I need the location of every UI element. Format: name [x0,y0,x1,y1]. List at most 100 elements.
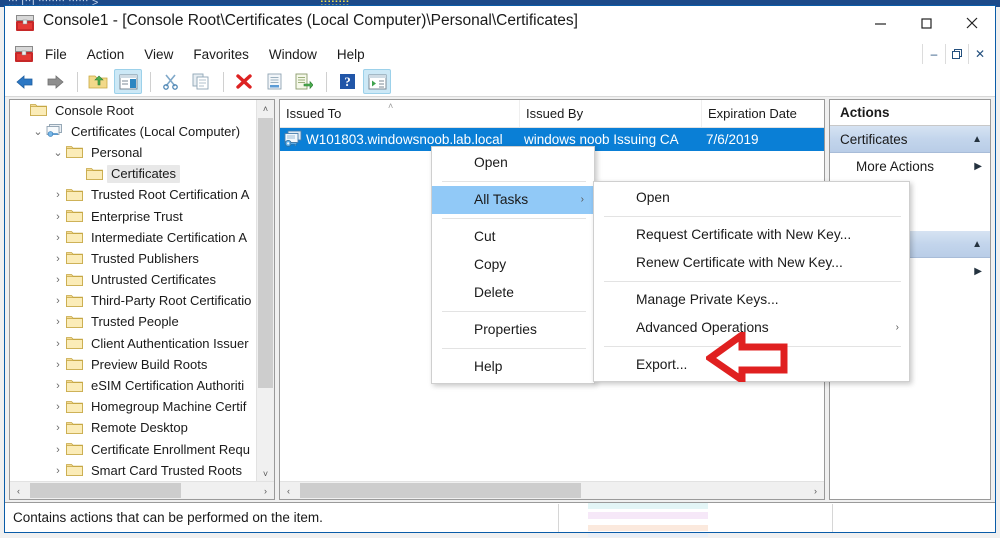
tree-node-certificate-enrollment[interactable]: › Certificate Enrollment Requ [10,439,257,460]
menu-view[interactable]: View [135,44,182,65]
submenu-item-request-certificate-with-new-key[interactable]: Request Certificate with New Key... [594,221,909,249]
tree-node-console-root[interactable]: Console Root [10,100,257,121]
twisty-icon[interactable]: › [50,189,66,201]
column-header-expiration-date[interactable]: Expiration Date [702,100,824,127]
twisty-icon[interactable]: › [50,422,66,434]
twisty-icon[interactable]: ⌄ [50,146,66,159]
twisty-icon[interactable]: › [50,444,66,456]
actions-group-certificates[interactable]: Certificates ▲ [830,126,990,153]
mdi-minimize-button[interactable]: – [922,44,945,64]
chevron-up-icon[interactable]: ▲ [972,239,982,250]
maximize-button[interactable] [903,6,949,40]
scroll-left-arrow-icon[interactable]: ‹ [280,482,297,499]
tree-node-intermediate-ca[interactable]: › Intermediate Certification A [10,227,257,248]
context-menu-item-copy[interactable]: Copy [432,251,594,279]
context-menu-item-cut[interactable]: Cut [432,223,594,251]
mdi-restore-button[interactable] [945,44,968,64]
tree-node-label: Client Authentication Issuer [91,335,249,351]
copy-icon[interactable] [187,69,215,94]
forward-icon[interactable] [41,69,69,94]
tree-node-certificates-local-computer[interactable]: ⌄ Certificates (Local Computer) [10,121,257,142]
back-icon[interactable] [11,69,39,94]
minimize-button[interactable] [857,6,903,40]
twisty-icon[interactable]: › [50,380,66,392]
scroll-left-arrow-icon[interactable]: ‹ [10,482,27,499]
mmc-small-icon [14,45,34,63]
tree-node-trusted-publishers[interactable]: › Trusted Publishers [10,248,257,269]
twisty-icon[interactable]: › [50,274,66,286]
tree-node-third-party-root[interactable]: › Third-Party Root Certificatio [10,291,257,312]
submenu-separator [604,281,901,282]
folder-icon [66,144,84,161]
twisty-icon[interactable]: › [50,232,66,244]
context-menu-item-open[interactable]: Open [432,149,594,177]
twisty-icon[interactable]: › [50,338,66,350]
tree-node-untrusted-certificates[interactable]: › Untrusted Certificates [10,270,257,291]
tree-node-preview-build-roots[interactable]: › Preview Build Roots [10,354,257,375]
column-label: Issued To [286,106,342,121]
twisty-icon[interactable]: › [50,295,66,307]
context-menu-item-delete[interactable]: Delete [432,279,594,307]
tree-node-certificates-selected[interactable]: Certificates [10,164,257,185]
tree-node-esim-certification[interactable]: › eSIM Certification Authoriti [10,375,257,396]
menu-help[interactable]: Help [328,44,374,65]
column-header-issued-by[interactable]: Issued By [520,100,702,127]
twisty-icon[interactable]: › [50,359,66,371]
twisty-icon[interactable]: › [50,211,66,223]
scroll-thumb-h[interactable] [300,483,581,498]
close-button[interactable] [949,6,995,40]
tree-node-client-auth-issuers[interactable]: › Client Authentication Issuer [10,333,257,354]
context-menu-item-properties[interactable]: Properties [432,316,594,344]
folder-icon [66,250,84,267]
tree-node-enterprise-trust[interactable]: › Enterprise Trust [10,206,257,227]
up-folder-icon[interactable] [84,69,112,94]
tree-node-trusted-root-ca[interactable]: › Trusted Root Certification A [10,185,257,206]
twisty-icon[interactable]: › [50,401,66,413]
twisty-icon[interactable]: › [50,253,66,265]
tree-node-trusted-people[interactable]: › Trusted People [10,312,257,333]
mdi-close-button[interactable]: ✕ [968,44,991,64]
column-header-issued-to[interactable]: Issued To [280,100,520,127]
chevron-right-icon[interactable]: ▶ [974,161,982,172]
tree-node-smart-card-trusted-roots[interactable]: › Smart Card Trusted Roots [10,460,257,481]
submenu-item-renew-certificate-with-new-key[interactable]: Renew Certificate with New Key... [594,249,909,277]
menu-file[interactable]: File [36,44,76,65]
title-bar: Console1 - [Console Root\Certificates (L… [5,6,995,41]
help-question-icon[interactable]: ? [333,69,361,94]
tree-node-remote-desktop[interactable]: › Remote Desktop [10,418,257,439]
scroll-right-arrow-icon[interactable]: › [257,482,274,499]
twisty-icon[interactable]: › [50,465,66,477]
scroll-up-arrow-icon[interactable]: ˄ [257,100,274,117]
show-action-pane-icon[interactable] [363,69,391,94]
chevron-up-icon[interactable]: ▲ [972,134,982,145]
cut-scissors-icon[interactable] [157,69,185,94]
tree-vertical-scrollbar[interactable]: ˄ ˅ [256,100,274,482]
twisty-icon[interactable]: ⌄ [30,125,46,138]
export-list-icon[interactable] [290,69,318,94]
twisty-icon[interactable]: › [50,316,66,328]
tree-node-label: Certificates (Local Computer) [71,123,241,139]
delete-red-x-icon[interactable] [230,69,258,94]
scroll-right-arrow-icon[interactable]: › [807,482,824,499]
scroll-down-arrow-icon[interactable]: ˅ [257,465,274,482]
tree-node-homegroup-machine[interactable]: › Homegroup Machine Certif [10,397,257,418]
context-menu-item-help[interactable]: Help [432,353,594,381]
chevron-right-icon[interactable]: ▶ [974,266,982,277]
list-horizontal-scrollbar[interactable]: ‹ › [280,481,824,499]
tree-node-label: eSIM Certification Authoriti [91,378,245,394]
scroll-thumb[interactable] [258,118,273,388]
folder-icon [66,229,84,246]
action-more-actions-certificates[interactable]: More Actions ▶ [830,153,990,179]
submenu-item-open[interactable]: Open [594,184,909,212]
properties-icon[interactable] [260,69,288,94]
menu-window[interactable]: Window [260,44,326,65]
context-menu-item-all-tasks[interactable]: All Tasks › [432,186,594,214]
submenu-item-manage-private-keys[interactable]: Manage Private Keys... [594,286,909,314]
show-hide-tree-icon[interactable] [114,69,142,94]
menu-favorites[interactable]: Favorites [184,44,258,65]
tree-node-personal[interactable]: ⌄ Personal [10,142,257,163]
scroll-thumb-h[interactable] [30,483,181,498]
tree-node-label: Enterprise Trust [91,208,183,224]
menu-action[interactable]: Action [78,44,134,65]
tree-horizontal-scrollbar[interactable]: ‹ › [10,481,274,499]
